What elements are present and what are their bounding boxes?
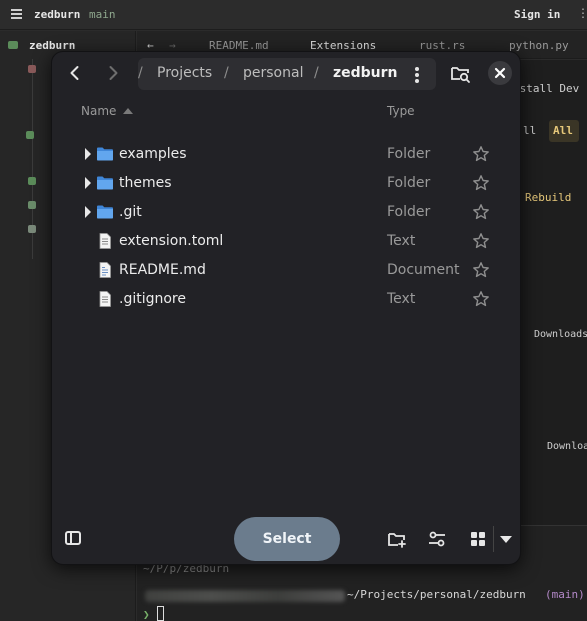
- file-row[interactable]: README.md Document: [76, 256, 506, 285]
- file-row[interactable]: .git Folder: [76, 198, 506, 227]
- star-button[interactable]: [472, 174, 490, 192]
- sign-in-button[interactable]: Sign in: [514, 8, 560, 21]
- path-separator: /: [314, 65, 319, 81]
- back-button[interactable]: [64, 62, 86, 84]
- tab-python[interactable]: python.py: [509, 39, 569, 52]
- repo-icon: [8, 41, 18, 49]
- chevron-left-icon: [70, 66, 79, 80]
- branch-name[interactable]: main: [89, 8, 116, 21]
- json-icon: [28, 201, 36, 209]
- terminal-prompt: ❯: [143, 608, 150, 621]
- git-icon: [28, 177, 36, 185]
- folder-icon: [97, 147, 113, 161]
- terminal-cursor: [157, 606, 164, 621]
- file-icon: [28, 65, 36, 73]
- file-name: themes: [119, 175, 172, 191]
- file-type: Folder: [387, 204, 431, 220]
- more-options-icon[interactable]: [415, 67, 419, 85]
- star-button[interactable]: [472, 232, 490, 250]
- blurred-user-host: [145, 590, 345, 602]
- file-row[interactable]: extension.toml Text: [76, 227, 506, 256]
- text-file-icon: [99, 291, 111, 307]
- filter-all-label: All: [553, 124, 573, 137]
- file-type: Text: [387, 233, 416, 249]
- sliders-icon: [429, 531, 445, 547]
- column-header-type[interactable]: Type: [387, 104, 415, 118]
- view-options-button[interactable]: [427, 529, 447, 549]
- folder-icon: [26, 131, 34, 139]
- grid-icon: [471, 532, 485, 546]
- book-icon: [28, 225, 36, 233]
- overflow-menu-icon[interactable]: ⋮: [577, 6, 587, 20]
- chevron-right-icon: [109, 66, 118, 80]
- downloads-count: Downloads: [534, 329, 587, 340]
- star-icon: [473, 262, 489, 278]
- file-row[interactable]: examples Folder: [76, 140, 506, 169]
- expand-arrow-icon[interactable]: [85, 206, 91, 218]
- sort-ascending-icon: [123, 108, 133, 114]
- search-folder-button[interactable]: [449, 62, 471, 84]
- select-button[interactable]: Select: [234, 517, 340, 561]
- file-type: Document: [387, 262, 460, 278]
- file-chooser-dialog: / Projects / personal / zedburn Name Typ…: [51, 51, 521, 565]
- file-name: extension.toml: [119, 233, 224, 249]
- path-segment-projects[interactable]: Projects: [157, 65, 212, 81]
- folder-icon: [97, 205, 113, 219]
- star-icon: [473, 291, 489, 307]
- file-row[interactable]: .gitignore Text: [76, 285, 506, 314]
- dialog-footer: Select: [52, 514, 520, 564]
- path-segment-zedburn[interactable]: zedburn: [333, 65, 398, 81]
- install-dev-button[interactable]: nstall Dev: [513, 82, 579, 95]
- close-icon: [494, 67, 506, 79]
- star-button[interactable]: [472, 290, 490, 308]
- sidebar-toggle-icon[interactable]: [65, 531, 81, 545]
- filter-label: ll: [523, 124, 537, 137]
- title-bar: zedburn main Sign in ⋮: [0, 0, 587, 30]
- expand-arrow-icon[interactable]: [85, 148, 91, 160]
- star-icon: [473, 233, 489, 249]
- file-name: .gitignore: [119, 291, 186, 307]
- dialog-header: / Projects / personal / zedburn: [52, 52, 520, 96]
- expand-arrow-icon[interactable]: [85, 177, 91, 189]
- file-name: examples: [119, 146, 187, 162]
- star-button[interactable]: [472, 145, 490, 163]
- close-button[interactable]: [488, 61, 512, 85]
- divider: [493, 526, 494, 552]
- folder-search-icon: [451, 67, 470, 83]
- chevron-down-icon[interactable]: [500, 536, 512, 543]
- downloads-count: Downloa: [547, 441, 587, 452]
- star-button[interactable]: [472, 203, 490, 221]
- star-icon: [473, 146, 489, 162]
- file-type: Text: [387, 291, 416, 307]
- folder-icon: [97, 176, 113, 190]
- column-header-name[interactable]: Name: [81, 104, 116, 118]
- file-name: .git: [119, 204, 142, 220]
- text-file-icon: [99, 233, 111, 249]
- forward-button[interactable]: [102, 62, 124, 84]
- path-segment-personal[interactable]: personal: [243, 65, 303, 81]
- star-icon: [473, 175, 489, 191]
- hamburger-menu-icon[interactable]: [11, 9, 22, 21]
- rebuild-button[interactable]: Rebuild: [525, 191, 571, 204]
- file-name: README.md: [119, 262, 206, 278]
- star-icon: [473, 204, 489, 220]
- new-folder-icon: [388, 533, 406, 548]
- new-folder-button[interactable]: [387, 529, 407, 549]
- star-button[interactable]: [472, 261, 490, 279]
- path-separator: /: [138, 65, 143, 81]
- file-type: Folder: [387, 146, 431, 162]
- file-type: Folder: [387, 175, 431, 191]
- grid-view-button[interactable]: [468, 529, 488, 549]
- file-row[interactable]: themes Folder: [76, 169, 506, 198]
- terminal-branch: (main): [545, 588, 585, 601]
- project-name[interactable]: zedburn: [34, 8, 80, 21]
- document-icon: [99, 262, 111, 278]
- terminal-path: ~/Projects/personal/zedburn: [347, 588, 526, 601]
- path-bar: / Projects / personal / zedburn: [138, 58, 436, 90]
- path-separator: /: [224, 65, 229, 81]
